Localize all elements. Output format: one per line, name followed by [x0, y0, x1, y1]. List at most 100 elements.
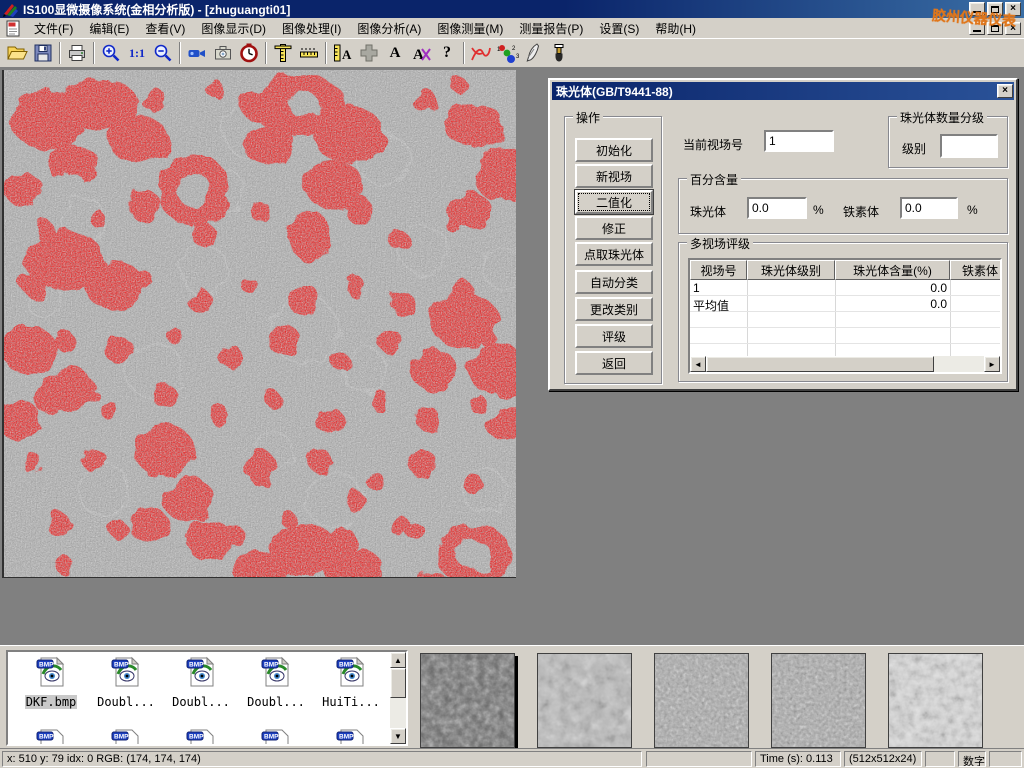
table-row	[690, 312, 1002, 328]
rate-button[interactable]: 评级	[575, 324, 653, 348]
timer-button[interactable]	[236, 41, 262, 65]
col-header-field[interactable]: 视场号	[690, 260, 747, 280]
zoom-out-button[interactable]	[150, 41, 176, 65]
dialog-title: 珠光体(GB/T9441-88)	[556, 83, 673, 100]
svg-text:BMP: BMP	[264, 734, 279, 741]
file-item[interactable]: BMP Doubl...	[166, 656, 236, 711]
file-list[interactable]: BMP DKF.bmp BMP Doubl...	[6, 650, 408, 746]
file-item[interactable]: BMP	[91, 728, 161, 746]
correct-button[interactable]: 修正	[575, 216, 653, 240]
micrograph-svg	[4, 70, 516, 577]
scrollbar-track[interactable]	[934, 356, 984, 372]
table-row	[690, 328, 1002, 344]
restore-button[interactable]	[987, 2, 1003, 16]
actual-size-button[interactable]: 1:1	[124, 41, 150, 65]
menu-measure-report[interactable]: 测量报告(P)	[511, 18, 591, 39]
zoom-in-button[interactable]	[98, 41, 124, 65]
save-button[interactable]	[30, 41, 56, 65]
current-field-input[interactable]: 1	[764, 130, 834, 152]
save-icon	[32, 42, 54, 64]
dialog-close-button[interactable]: ×	[997, 84, 1013, 98]
file-name[interactable]: Doubl...	[171, 695, 231, 709]
file-item[interactable]: BMP DKF.bmp	[16, 656, 86, 711]
col-header-ferrite[interactable]: 铁素体	[950, 260, 1002, 280]
file-name[interactable]: HuiTi...	[321, 695, 381, 709]
file-item[interactable]: BMP Doubl...	[91, 656, 161, 711]
file-name[interactable]: Doubl...	[96, 695, 156, 709]
add-text-button[interactable]: A	[382, 41, 408, 65]
file-item[interactable]: BMP	[316, 728, 386, 746]
file-name[interactable]: Doubl...	[246, 695, 306, 709]
menu-edit[interactable]: 编辑(E)	[81, 18, 137, 39]
calibration-button[interactable]: A	[330, 41, 356, 65]
help-button[interactable]: ?	[434, 41, 460, 65]
brush-tool-button[interactable]	[546, 41, 572, 65]
open-file-button[interactable]	[4, 41, 30, 65]
snapshot-button[interactable]	[210, 41, 236, 65]
file-item[interactable]: BMP	[166, 728, 236, 746]
change-class-button[interactable]: 更改类别	[575, 297, 653, 321]
micrograph-image[interactable]	[2, 70, 516, 578]
move-button[interactable]	[356, 41, 382, 65]
menu-image-processing[interactable]: 图像处理(I)	[274, 18, 349, 39]
scrollbar-thumb[interactable]	[390, 668, 406, 698]
file-item[interactable]: BMP	[241, 728, 311, 746]
menu-help[interactable]: 帮助(H)	[647, 18, 704, 39]
pearlite-percent-input[interactable]: 0.0	[747, 197, 807, 219]
minimize-button[interactable]	[969, 2, 985, 16]
menu-file[interactable]: 文件(F)	[26, 18, 81, 39]
scroll-right-button[interactable]: ►	[984, 356, 1000, 372]
delete-text-button[interactable]: A	[408, 41, 434, 65]
scrollbar-thumb[interactable]	[706, 356, 934, 372]
bmp-file-icon: BMP	[335, 728, 367, 746]
table-row[interactable]: 平均值 0.0	[690, 296, 1002, 312]
bmp-file-icon: BMP	[35, 656, 67, 688]
measure-length-button[interactable]	[270, 41, 296, 65]
child-minimize-button[interactable]	[969, 22, 985, 35]
file-list-scrollbar[interactable]: ▲ ▼	[390, 652, 406, 744]
scroll-down-button[interactable]: ▼	[390, 728, 406, 744]
menu-image-analysis[interactable]: 图像分析(A)	[349, 18, 429, 39]
help-icon: ?	[443, 44, 451, 62]
menu-image-measure[interactable]: 图像测量(M)	[429, 18, 511, 39]
return-button[interactable]: 返回	[575, 351, 653, 375]
close-button[interactable]: ×	[1005, 2, 1021, 16]
file-name[interactable]: DKF.bmp	[25, 695, 78, 709]
file-item[interactable]: BMP Doubl...	[241, 656, 311, 711]
thumbnail-5[interactable]	[888, 653, 983, 748]
new-field-button[interactable]: 新视场	[575, 164, 653, 188]
child-close-button[interactable]: ×	[1005, 22, 1021, 35]
table-horizontal-scrollbar[interactable]: ◄ ►	[690, 356, 1000, 372]
table-row[interactable]: 1 0.0	[690, 280, 1002, 296]
grade-input[interactable]	[940, 134, 998, 158]
col-header-pearlite[interactable]: 珠光体含量(%)	[835, 260, 950, 280]
file-item[interactable]: BMP	[16, 728, 86, 746]
bmp-file-icon: BMP	[260, 656, 292, 688]
menu-settings[interactable]: 设置(S)	[591, 18, 647, 39]
thumbnail-3[interactable]	[654, 653, 749, 748]
initialize-button[interactable]: 初始化	[575, 138, 653, 162]
pick-pearlite-button[interactable]: 点取珠光体	[575, 242, 653, 266]
pen-tool-button[interactable]	[520, 41, 546, 65]
curve-tool-button[interactable]	[468, 41, 494, 65]
video-capture-button[interactable]	[184, 41, 210, 65]
document-icon	[4, 19, 22, 37]
menu-view[interactable]: 查看(V)	[137, 18, 193, 39]
binarize-button[interactable]: 二值化	[575, 190, 653, 214]
ferrite-percent-input[interactable]: 0.0	[900, 197, 958, 219]
measure-distance-button[interactable]	[296, 41, 322, 65]
auto-classify-button[interactable]: 自动分类	[575, 270, 653, 294]
print-button[interactable]	[64, 41, 90, 65]
scroll-up-button[interactable]: ▲	[390, 652, 406, 668]
file-item[interactable]: BMP HuiTi...	[316, 656, 386, 711]
status-image-size: (512x512x24)	[844, 751, 922, 767]
child-restore-button[interactable]	[987, 22, 1003, 35]
thumbnail-2[interactable]	[537, 653, 632, 748]
menu-image-display[interactable]: 图像显示(D)	[193, 18, 274, 39]
dialog-title-bar[interactable]: 珠光体(GB/T9441-88)	[552, 82, 1014, 100]
col-header-grade[interactable]: 珠光体级别	[747, 260, 835, 280]
thumbnail-1[interactable]	[420, 653, 515, 748]
scroll-left-button[interactable]: ◄	[690, 356, 706, 372]
mark-points-button[interactable]: 1 2 3	[494, 41, 520, 65]
thumbnail-4[interactable]	[771, 653, 866, 748]
